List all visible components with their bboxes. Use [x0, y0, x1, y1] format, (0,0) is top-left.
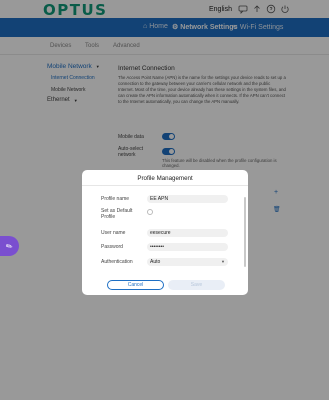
save-button[interactable]: Save — [168, 280, 225, 290]
authentication-label: Authentication — [101, 259, 133, 265]
cancel-button[interactable]: Cancel — [107, 280, 164, 290]
profile-name-label: Profile name — [101, 196, 130, 202]
chevron-down-icon: ▼ — [221, 259, 225, 264]
authentication-value: Auto — [150, 259, 161, 265]
password-input[interactable]: •••••••• — [147, 243, 228, 251]
dialog-scrollbar[interactable] — [244, 197, 246, 267]
profile-name-input[interactable]: EE APN — [147, 195, 228, 203]
user-name-input[interactable]: eesecure — [147, 229, 228, 237]
authentication-select[interactable]: Auto ▼ — [147, 258, 228, 266]
floating-action-button[interactable]: ✎ — [0, 236, 19, 256]
set-default-label: Set as Default Profile — [101, 208, 133, 220]
dialog-divider — [82, 185, 248, 186]
set-default-radio[interactable] — [147, 209, 153, 215]
user-name-label: User name — [101, 230, 126, 236]
password-label: Password — [101, 244, 123, 250]
pencil-icon: ✎ — [4, 240, 15, 252]
profile-management-dialog: Profile Management Profile name EE APN S… — [82, 170, 248, 295]
dialog-title: Profile Management — [137, 175, 193, 182]
